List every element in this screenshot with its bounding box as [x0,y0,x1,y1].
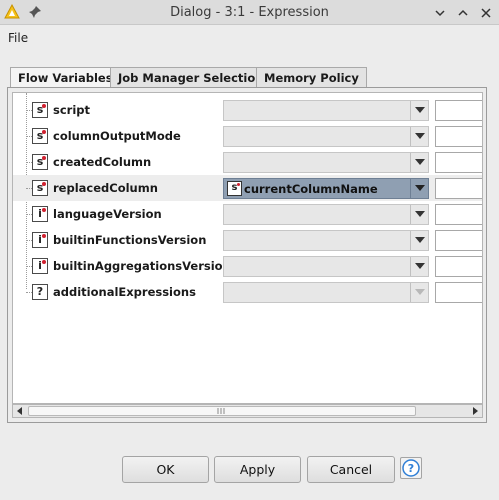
title-bar: Dialog - 3:1 - Expression [0,0,499,25]
chevron-down-icon[interactable] [410,257,428,276]
string-variable-icon: s [32,102,48,118]
string-variable-icon: s [32,128,48,144]
value-field[interactable] [435,152,482,173]
variable-name: additionalExpressions [53,285,196,299]
variable-name: createdColumn [53,155,152,169]
value-field[interactable] [435,178,482,199]
integer-variable-icon: i [32,206,48,222]
tree-row-replacedColumn[interactable]: s replacedColumn s currentColumnName [13,175,482,201]
variable-select[interactable] [223,126,429,147]
value-field[interactable] [435,282,482,303]
tree-row-languageVersion[interactable]: i languageVersion [13,201,482,227]
menu-bar: File [0,27,499,49]
help-icon: ? [402,459,420,477]
menu-file[interactable]: File [8,31,28,45]
chevron-down-icon[interactable] [410,101,428,120]
value-field[interactable] [435,126,482,147]
variable-name: replacedColumn [53,181,158,195]
dialog-window: Dialog - 3:1 - Expression File Flow Vari… [0,0,499,500]
help-button[interactable]: ? [400,457,422,479]
value-field[interactable] [435,100,482,121]
variable-name: script [53,103,91,117]
chevron-down-icon[interactable] [410,179,428,198]
scroll-right-icon[interactable] [468,405,482,417]
variable-select[interactable] [223,204,429,225]
tree-row-createdColumn[interactable]: s createdColumn [13,149,482,175]
variable-select[interactable] [223,152,429,173]
variable-select[interactable] [223,256,429,277]
ok-button[interactable]: OK [122,456,209,483]
tab-flow-variables[interactable]: Flow Variables [10,67,121,88]
variable-select[interactable]: s currentColumnName [223,178,429,199]
integer-variable-icon: i [32,258,48,274]
apply-button[interactable]: Apply [214,456,301,483]
maximize-icon[interactable] [456,6,470,20]
horizontal-scrollbar[interactable] [12,404,483,418]
tree-row-builtinAggregationsVersion[interactable]: i builtinAggregationsVersion [13,253,482,279]
minimize-icon[interactable] [433,6,447,20]
variable-select[interactable] [223,100,429,121]
tab-job-manager-selection[interactable]: Job Manager Selection [110,67,272,87]
string-variable-icon: s [227,181,242,196]
tree-row-script[interactable]: s script [13,97,482,123]
string-variable-icon: s [32,154,48,170]
chevron-down-icon[interactable] [410,127,428,146]
variable-select-disabled [223,282,429,303]
scroll-left-icon[interactable] [13,405,27,417]
tab-memory-policy[interactable]: Memory Policy [256,67,367,87]
chevron-down-icon[interactable] [410,231,428,250]
variable-name: languageVersion [53,207,162,221]
variable-name: columnOutputMode [53,129,181,143]
window-title: Dialog - 3:1 - Expression [170,5,329,20]
value-field[interactable] [435,256,482,277]
cancel-button[interactable]: Cancel [307,456,395,483]
integer-variable-icon: i [32,232,48,248]
flow-variables-tree: s script s columnOutputMode s createdCol… [12,92,483,404]
variable-name: builtinAggregationsVersion [53,259,231,273]
variable-name: builtinFunctionsVersion [53,233,207,247]
value-field[interactable] [435,204,482,225]
selected-variable: currentColumnName [244,182,378,196]
flow-variables-panel: s script s columnOutputMode s createdCol… [7,87,487,423]
svg-text:?: ? [408,462,414,475]
tree-row-columnOutputMode[interactable]: s columnOutputMode [13,123,482,149]
tree-row-builtinFunctionsVersion[interactable]: i builtinFunctionsVersion [13,227,482,253]
chevron-down-icon[interactable] [410,205,428,224]
variable-select[interactable] [223,230,429,251]
grip-icon [217,408,225,414]
value-field[interactable] [435,230,482,251]
string-variable-icon: s [32,180,48,196]
chevron-down-icon [410,283,428,302]
chevron-down-icon[interactable] [410,153,428,172]
close-icon[interactable] [479,6,493,20]
tree-row-additionalExpressions[interactable]: ? additionalExpressions [13,279,482,305]
scrollbar-thumb[interactable] [28,406,416,416]
unknown-variable-icon: ? [32,284,48,300]
